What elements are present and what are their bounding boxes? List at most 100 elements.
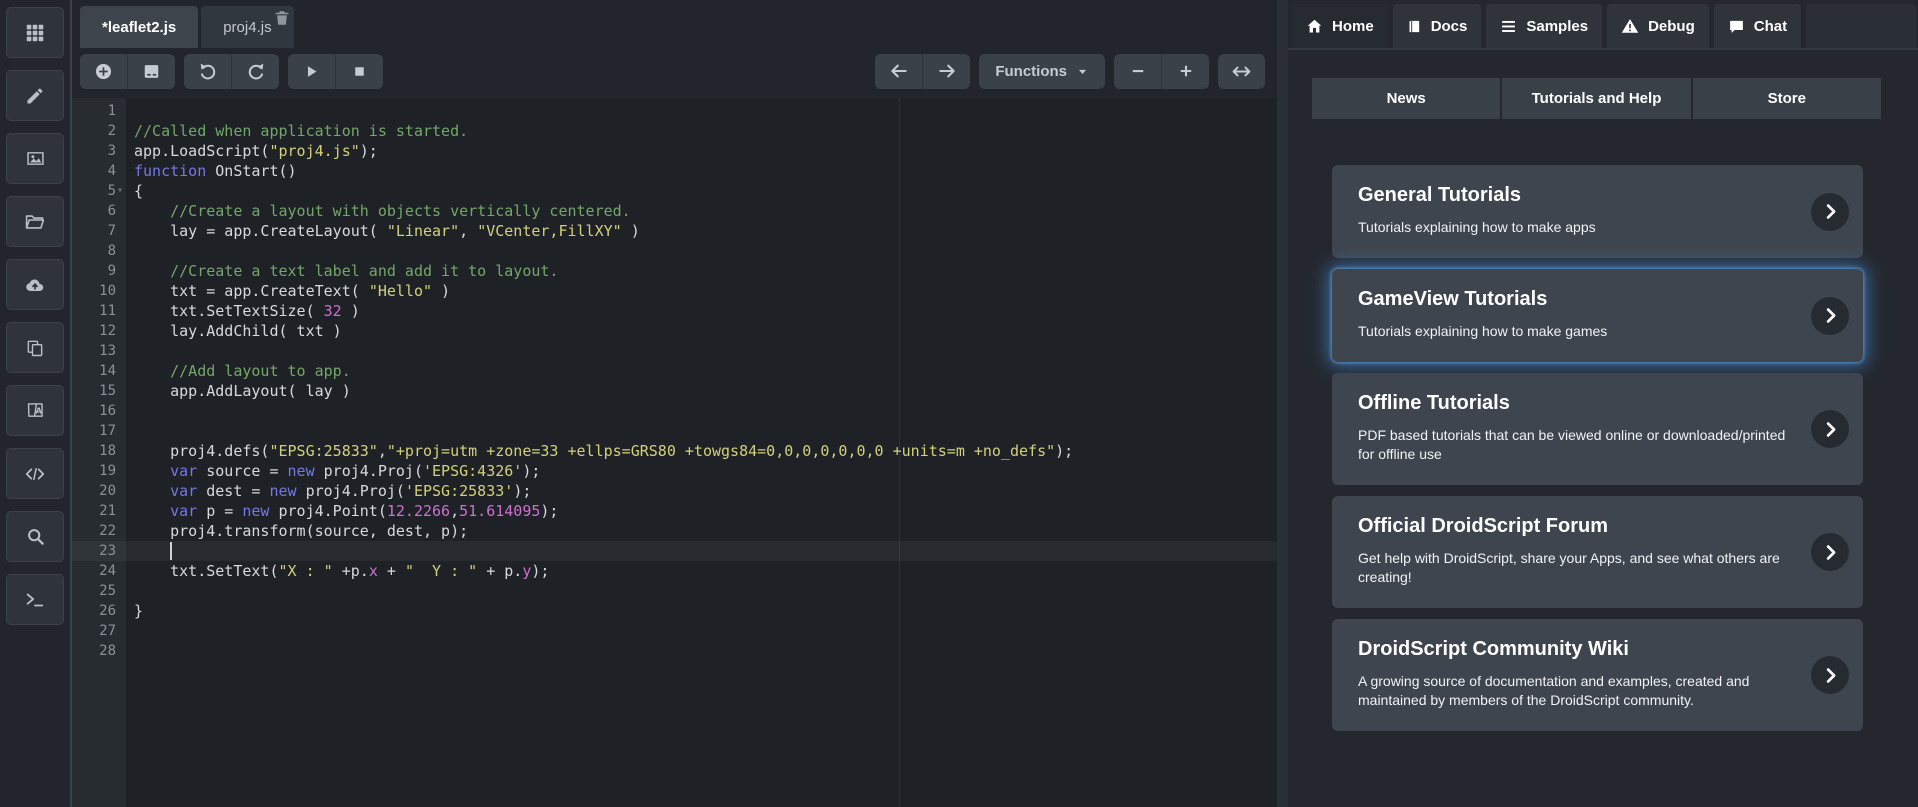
terminal-icon [24, 589, 46, 611]
code-line-3[interactable]: 3 app.LoadScript("proj4.js"); [72, 141, 1277, 161]
sidebar-item-code-view[interactable] [6, 448, 64, 499]
trash-icon[interactable] [273, 9, 291, 27]
code-line-23[interactable]: 23 [72, 541, 1277, 561]
code-line-24[interactable]: 24 txt.SetText("X : " +p.x + " Y : " + p… [72, 561, 1277, 581]
card-gameview-tutorials[interactable]: GameView Tutorials Tutorials explaining h… [1332, 269, 1863, 362]
sidebar-item-search[interactable] [6, 511, 64, 562]
sidebar-item-open-project[interactable] [6, 196, 64, 247]
sidebar-item-cloud-sync[interactable] [6, 259, 64, 310]
code-line-26[interactable]: 26} [72, 601, 1277, 621]
code-text: { [134, 182, 144, 200]
sidebar-item-media[interactable] [6, 133, 64, 184]
code-line-20[interactable]: 20 var dest = new proj4.Proj('EPSG:25833… [72, 481, 1277, 501]
code-line-16[interactable]: 16 [72, 401, 1277, 421]
panel-tab-label: Docs [1430, 17, 1468, 35]
sidebar-item-apps[interactable] [6, 7, 64, 58]
code-line-13[interactable]: 13 [72, 341, 1277, 361]
card-open-button[interactable] [1811, 656, 1849, 694]
functions-label: Functions [995, 62, 1067, 80]
run-button[interactable] [288, 53, 336, 89]
card-description: Tutorials explaining how to make games [1358, 323, 1608, 339]
card-droidscript-community-wiki[interactable]: DroidScript Community Wiki A growing sour… [1332, 619, 1863, 731]
line-number: 21 [99, 503, 116, 519]
toolbar-right: Functions [875, 53, 1265, 89]
droidscript-ide: A *leaflet2.js proj4.js Functions 1 2//Cal… [0, 0, 1918, 807]
panel-tab-docs[interactable]: Docs [1392, 4, 1482, 48]
add-button[interactable] [80, 53, 128, 89]
panel-tab-samples[interactable]: Samples [1486, 4, 1603, 48]
tutorial-cards: General Tutorials Tutorials explaining ho… [1332, 165, 1863, 731]
stop-button[interactable] [336, 53, 383, 89]
play-icon [303, 63, 320, 80]
subtab-news[interactable]: News [1312, 78, 1503, 119]
code-line-22[interactable]: 22 proj4.transform(source, dest, p); [72, 521, 1277, 541]
card-offline-tutorials[interactable]: Offline Tutorials PDF based tutorials tha… [1332, 373, 1863, 485]
line-number: 12 [99, 323, 116, 339]
code-line-6[interactable]: 6 //Create a layout with objects vertica… [72, 201, 1277, 221]
code-line-1[interactable]: 1 [72, 101, 1277, 121]
code-line-9[interactable]: 9 //Create a text label and add it to la… [72, 261, 1277, 281]
line-number: 7 [107, 223, 116, 239]
code-line-17[interactable]: 17 [72, 421, 1277, 441]
code-line-5[interactable]: 5 ▾ { [72, 181, 1277, 201]
card-open-button[interactable] [1811, 533, 1849, 571]
line-number: 25 [99, 583, 116, 599]
sidebar-item-edit[interactable] [6, 70, 64, 121]
zoom-in-button[interactable] [1162, 53, 1209, 89]
card-open-button[interactable] [1811, 296, 1849, 335]
arrow-left-icon [889, 61, 909, 81]
functions-dropdown[interactable]: Functions [979, 53, 1105, 89]
arrow-right-icon [937, 61, 957, 81]
code-editor[interactable]: 1 2//Called when application is started. 3… [72, 98, 1277, 807]
code-line-28[interactable]: 28 [72, 641, 1277, 661]
sidebar-item-duplicate[interactable] [6, 322, 64, 373]
line-number: 27 [99, 623, 116, 639]
code-line-8[interactable]: 8 [72, 241, 1277, 261]
card-open-button[interactable] [1811, 192, 1849, 231]
code-line-7[interactable]: 7 lay = app.CreateLayout( "Linear", "VCe… [72, 221, 1277, 241]
code-line-4[interactable]: 4 function OnStart() [72, 161, 1277, 181]
code-line-10[interactable]: 10 txt = app.CreateText( "Hello" ) [72, 281, 1277, 301]
sidebar-item-translate[interactable]: A [6, 385, 64, 436]
code-line-27[interactable]: 27 [72, 621, 1277, 641]
editor-tab-proj4-js[interactable]: proj4.js [201, 6, 294, 48]
code-line-15[interactable]: 15 app.AddLayout( lay ) [72, 381, 1277, 401]
code-line-21[interactable]: 21 var p = new proj4.Point(12.2266,51.61… [72, 501, 1277, 521]
code-text: } [134, 602, 144, 620]
code-line-14[interactable]: 14 //Add layout to app. [72, 361, 1277, 381]
code-line-19[interactable]: 19 var source = new proj4.Proj('EPSG:432… [72, 461, 1277, 481]
subtab-tutorials-and-help[interactable]: Tutorials and Help [1502, 78, 1693, 119]
back-button[interactable] [875, 53, 924, 89]
subtab-store[interactable]: Store [1692, 78, 1881, 119]
fold-caret-icon[interactable]: ▾ [117, 181, 123, 201]
code-line-2[interactable]: 2 //Called when application is started. [72, 121, 1277, 141]
code-text: //Create a text label and add it to layo… [134, 262, 559, 280]
panel-tab-chat[interactable]: Chat [1713, 4, 1802, 48]
forward-button[interactable] [923, 53, 971, 89]
editor-toolbar: Functions [72, 48, 1277, 98]
card-general-tutorials[interactable]: General Tutorials Tutorials explaining ho… [1332, 165, 1863, 258]
card-official-droidscript-forum[interactable]: Official DroidScript Forum Get help with … [1332, 496, 1863, 608]
zoom-out-button[interactable] [1114, 53, 1162, 89]
arrows-h-icon [1231, 61, 1252, 82]
sidebar-item-terminal[interactable] [6, 574, 64, 625]
minus-icon [1129, 62, 1147, 80]
panel-scrollbar[interactable] [1277, 0, 1288, 807]
editor-tab-leaflet2-js[interactable]: *leaflet2.js [80, 6, 199, 48]
code-text: //Called when application is started. [134, 122, 469, 140]
line-number: 13 [99, 343, 116, 359]
fit-width-button[interactable] [1218, 53, 1265, 89]
card-open-button[interactable] [1811, 410, 1849, 448]
code-line-25[interactable]: 25 [72, 581, 1277, 601]
undo-button[interactable] [184, 53, 232, 89]
code-line-18[interactable]: 18 proj4.defs("EPSG:25833","+proj=utm +z… [72, 441, 1277, 461]
code-line-11[interactable]: 11 txt.SetTextSize( 32 ) [72, 301, 1277, 321]
panel-tab-debug[interactable]: Debug [1607, 4, 1709, 48]
line-number: 28 [99, 643, 116, 659]
panel-tab-home[interactable]: Home [1292, 4, 1388, 48]
redo-button[interactable] [232, 53, 279, 89]
line-number: 10 [99, 283, 116, 299]
editor-tab-label: proj4.js [223, 18, 272, 36]
save-button[interactable] [128, 53, 175, 89]
code-line-12[interactable]: 12 lay.AddChild( txt ) [72, 321, 1277, 341]
